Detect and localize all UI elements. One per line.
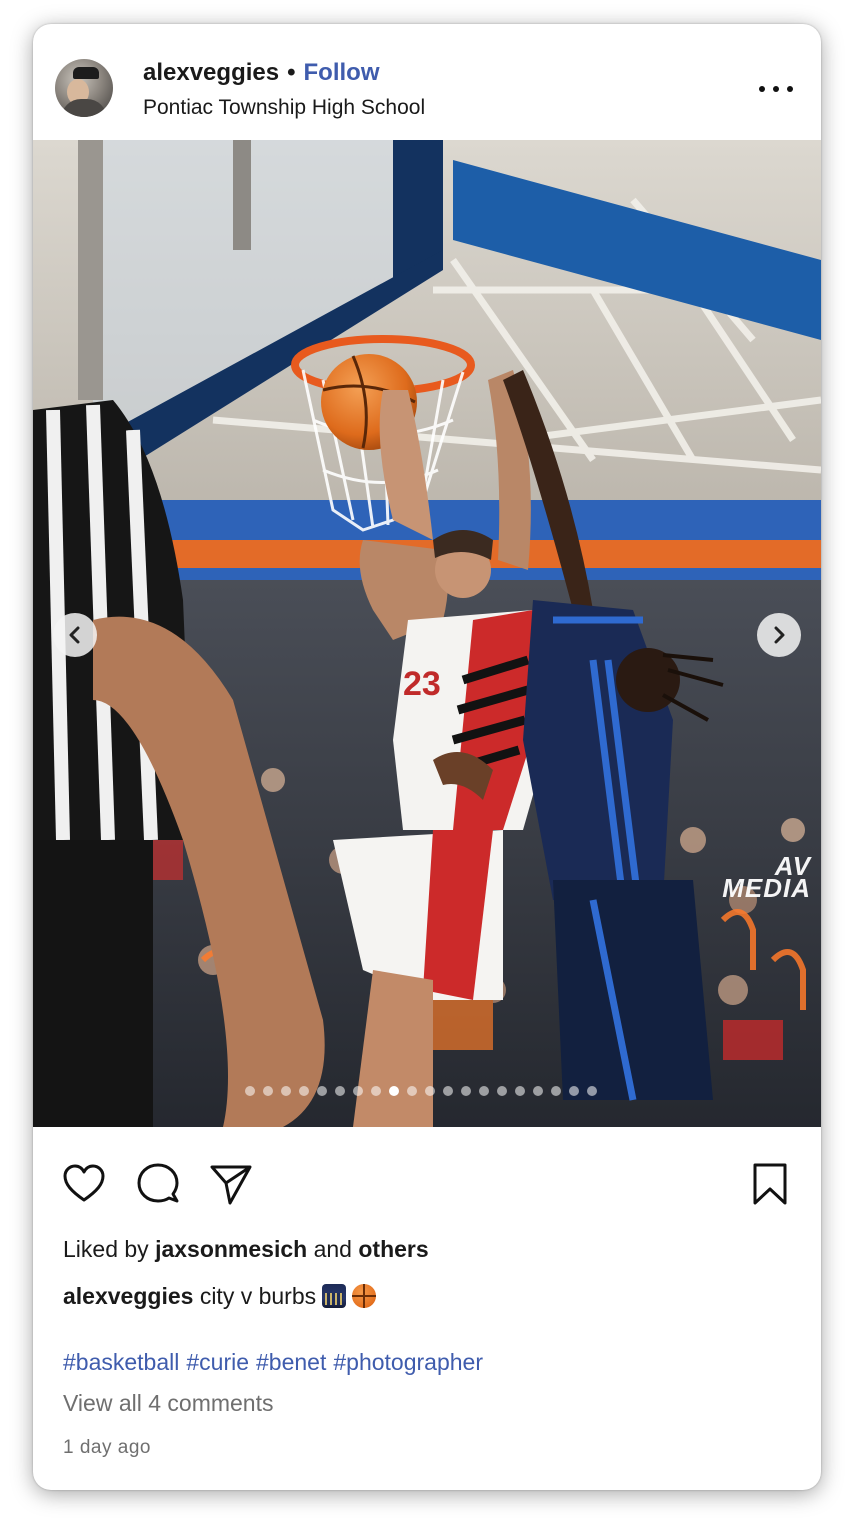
post-photo[interactable]: 23 AV MEDIA	[33, 140, 821, 1127]
chevron-left-icon	[69, 626, 80, 644]
avatar[interactable]	[55, 59, 113, 117]
carousel-dot	[533, 1086, 543, 1096]
location[interactable]: Pontiac Township High School	[143, 96, 425, 120]
carousel-dot	[299, 1086, 309, 1096]
heart-icon[interactable]	[61, 1161, 107, 1207]
hashtag-photographer[interactable]: #photographer	[333, 1349, 483, 1375]
carousel-dot	[317, 1086, 327, 1096]
hashtag-benet[interactable]: #benet	[256, 1349, 326, 1375]
carousel-dot	[353, 1086, 363, 1096]
basketball-emoji	[352, 1284, 377, 1308]
carousel-dot	[389, 1086, 399, 1096]
send-icon[interactable]	[208, 1161, 254, 1207]
night-city-emoji	[322, 1284, 347, 1308]
username-row: alexveggies • Follow	[143, 58, 379, 88]
svg-text:23: 23	[403, 665, 441, 703]
carousel-dot	[515, 1086, 525, 1096]
more-options-icon[interactable]	[759, 74, 793, 104]
action-bar	[33, 1127, 821, 1227]
liked-by-others[interactable]: others	[358, 1236, 428, 1262]
carousel-dot	[587, 1086, 597, 1096]
basketball-photo-illustration: 23	[33, 140, 821, 1127]
carousel-dot	[479, 1086, 489, 1096]
carousel-prev-button[interactable]	[53, 613, 97, 657]
post-timestamp: 1 day ago	[63, 1437, 151, 1458]
hashtags: #basketball #curie #benet #photographer	[63, 1349, 490, 1376]
carousel-dot	[281, 1086, 291, 1096]
bookmark-icon[interactable]	[747, 1161, 793, 1207]
follow-button[interactable]: Follow	[304, 59, 380, 86]
username[interactable]: alexveggies	[143, 59, 279, 86]
likes-middle: and	[313, 1236, 352, 1262]
separator-dot: •	[287, 59, 296, 86]
carousel-dot	[551, 1086, 561, 1096]
carousel-dot	[443, 1086, 453, 1096]
carousel-dot	[245, 1086, 255, 1096]
carousel-next-button[interactable]	[757, 613, 801, 657]
carousel-dot	[461, 1086, 471, 1096]
likes-summary: Liked by jaxsonmesich and others	[63, 1236, 429, 1263]
carousel-indicator	[245, 1086, 597, 1096]
liked-by-user[interactable]: jaxsonmesich	[155, 1236, 307, 1262]
caption-text: city v burbs	[199, 1283, 317, 1309]
comment-icon[interactable]	[135, 1161, 181, 1207]
carousel-dot	[407, 1086, 417, 1096]
watermark-line2: MEDIA	[722, 873, 811, 903]
likes-prefix: Liked by	[63, 1236, 149, 1262]
hashtag-curie[interactable]: #curie	[186, 1349, 249, 1375]
carousel-dot	[569, 1086, 579, 1096]
carousel-dot	[263, 1086, 273, 1096]
view-all-comments-link[interactable]: View all 4 comments	[63, 1390, 274, 1417]
caption: alexveggies city v burbs	[63, 1283, 377, 1310]
instagram-post-card: alexveggies • Follow Pontiac Township High…	[33, 24, 821, 1490]
watermark: AV MEDIA	[722, 853, 811, 903]
post-header: alexveggies • Follow Pontiac Township High…	[33, 24, 821, 140]
carousel-dot	[371, 1086, 381, 1096]
carousel-dot	[425, 1086, 435, 1096]
carousel-dot	[497, 1086, 507, 1096]
chevron-right-icon	[774, 626, 785, 644]
hashtag-basketball[interactable]: #basketball	[63, 1349, 179, 1375]
carousel-dot	[335, 1086, 345, 1096]
caption-username[interactable]: alexveggies	[63, 1283, 193, 1309]
